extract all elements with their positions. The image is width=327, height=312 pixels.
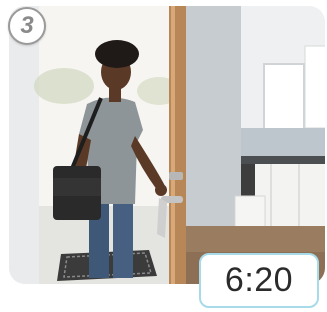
hand xyxy=(155,184,167,196)
wood-floor xyxy=(185,226,325,252)
backsplash xyxy=(241,128,325,158)
neck xyxy=(109,88,121,102)
time-label: 6:20 xyxy=(224,261,294,299)
outdoor-foliage xyxy=(34,68,94,104)
upper-cabinet xyxy=(304,45,325,129)
step-number: 3 xyxy=(20,12,34,39)
step-number-badge: 3 xyxy=(8,7,46,45)
hair xyxy=(95,40,139,68)
deadbolt xyxy=(169,172,183,180)
step-card: 3 6:20 xyxy=(0,0,327,312)
countertop xyxy=(241,156,325,164)
scene-illustration xyxy=(9,6,325,284)
scene-photo xyxy=(9,6,325,284)
time-label-box: 6:20 xyxy=(199,253,319,308)
left-wall xyxy=(9,6,39,284)
jeans-right xyxy=(113,202,133,278)
bag-flap xyxy=(53,178,101,196)
door-highlight xyxy=(171,6,175,284)
kitchen-window xyxy=(263,63,305,135)
